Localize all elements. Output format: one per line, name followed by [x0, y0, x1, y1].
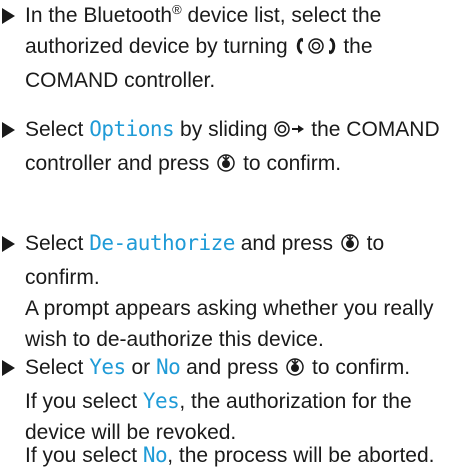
step-2: Select Options by sliding the COMAND con… [0, 114, 462, 182]
instruction-document: In the Bluetooth® device list, select th… [0, 0, 462, 473]
options-keyword: Options [89, 117, 175, 141]
no-keyword: No [142, 443, 168, 467]
triangle-bullet-icon [2, 360, 15, 376]
step-1: In the Bluetooth® device list, select th… [0, 0, 462, 96]
slide-controller-icon [273, 117, 305, 148]
no-keyword: No [155, 355, 181, 379]
triangle-bullet-icon [2, 236, 15, 252]
step-3-result: A prompt appears asking whether you real… [25, 297, 434, 351]
triangle-bullet-icon [2, 8, 15, 24]
press-controller-icon [339, 231, 361, 262]
step-2-text: Select Options by sliding the COMAND con… [25, 114, 462, 182]
step-4-text: Select Yes or No and press to confirm. [25, 352, 462, 386]
yes-keyword: Yes [142, 389, 180, 413]
press-controller-icon [284, 355, 306, 386]
abort-note: If you select No, the process will be ab… [25, 443, 435, 467]
step-4: Select Yes or No and press to confirm. I… [0, 352, 462, 448]
step-3-text: Select De-authorize and press to confirm… [25, 231, 385, 289]
step-3: Select De-authorize and press to confirm… [0, 228, 462, 355]
press-controller-icon [215, 151, 237, 182]
yes-keyword: Yes [89, 355, 126, 379]
de-authorize-keyword: De-authorize [89, 231, 235, 255]
step-4-result: If you select Yes, the authorization for… [25, 389, 412, 444]
turn-controller-icon [294, 34, 338, 65]
triangle-bullet-icon [2, 122, 15, 138]
step-1-text: In the Bluetooth® device list, select th… [25, 2, 382, 92]
